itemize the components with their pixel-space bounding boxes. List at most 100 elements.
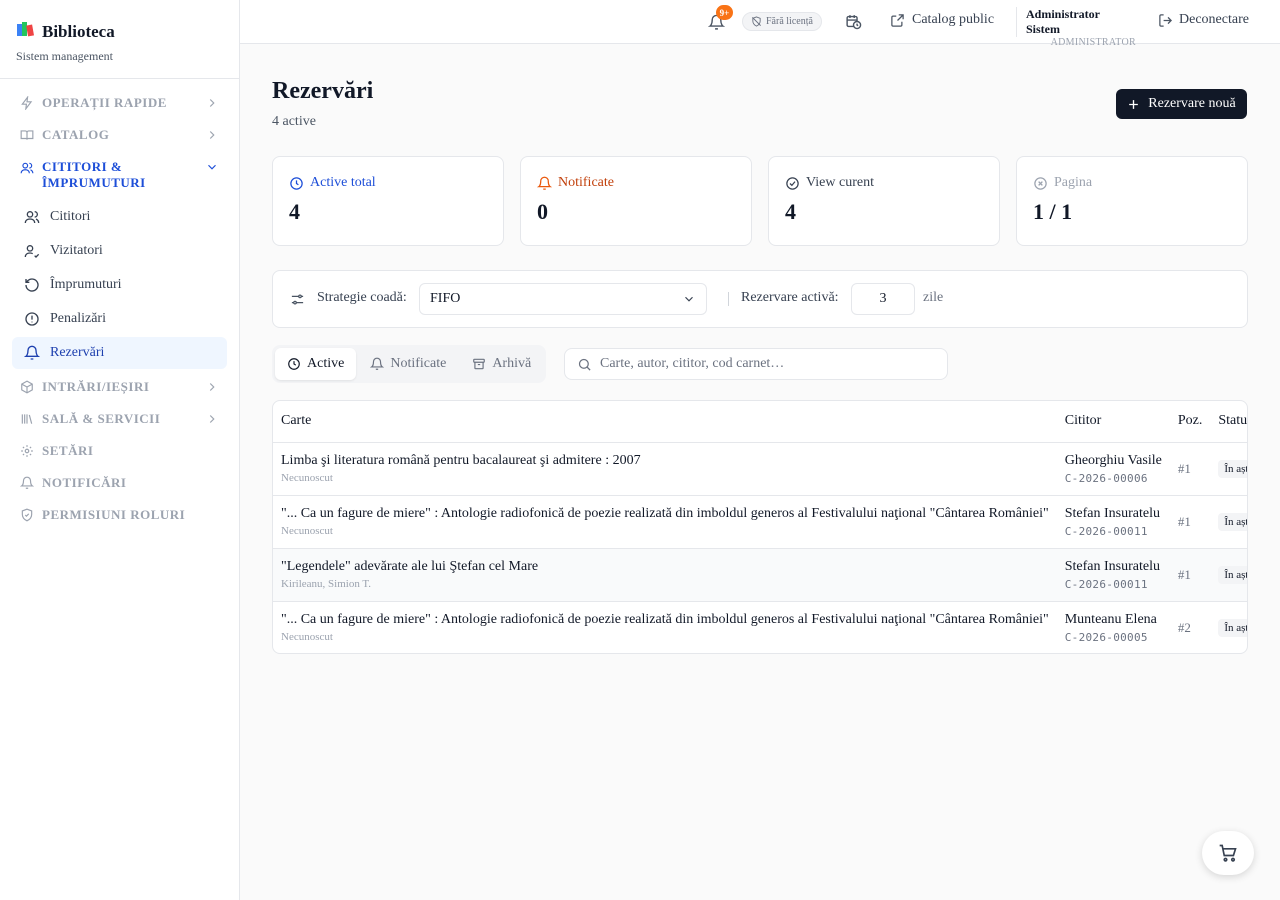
nav-group-label: NOTIFICĂRI xyxy=(42,475,127,490)
package-icon xyxy=(20,380,34,394)
nav-group-cititori-imprumuturi[interactable]: CITITORI & ÎMPRUMUTURI xyxy=(12,151,227,199)
column-header-status[interactable]: Status xyxy=(1210,401,1247,443)
chevron-right-icon xyxy=(205,96,219,110)
nav-group-sala-servicii[interactable]: SALĂ & SERVICII xyxy=(12,403,227,435)
queue-position: #2 xyxy=(1177,619,1191,635)
catalog-public-link[interactable]: Catalog public xyxy=(890,12,994,28)
table-row[interactable]: "... Ca un fagure de miere" : Antologie … xyxy=(273,601,1247,653)
plus-icon xyxy=(1129,99,1139,109)
sidebar-item-label: Penalizări xyxy=(50,311,106,326)
nav-group-catalog[interactable]: CATALOG xyxy=(12,119,227,151)
sidebar: Biblioteca Sistem management OPERAȚII RA… xyxy=(0,0,240,900)
bell-icon xyxy=(20,476,34,490)
stat-label: Pagina xyxy=(1054,175,1093,190)
page-subtitle: 4 active xyxy=(272,114,316,129)
nav-group-operatii-rapide[interactable]: OPERAȚII RAPIDE xyxy=(12,87,227,119)
column-header-carte[interactable]: Carte xyxy=(273,401,1057,443)
table-row[interactable]: "Legendele" adevărate ale lui Ştefan cel… xyxy=(273,548,1247,602)
user-info[interactable]: Administrator Sistem ADMINISTRATOR xyxy=(1026,7,1136,48)
sidebar-item-penalizari[interactable]: Penalizări xyxy=(12,303,227,335)
reader-card-code: C-2026-00011 xyxy=(1064,577,1148,591)
nav-group-notificari[interactable]: NOTIFICĂRI xyxy=(12,467,227,499)
logout-button[interactable]: Deconectare xyxy=(1158,12,1249,28)
sidebar-item-vizitatori[interactable]: Vizitatori xyxy=(12,235,227,267)
tab-notificate[interactable]: Notificate xyxy=(358,348,458,380)
search-icon xyxy=(578,358,591,371)
new-reservation-label: Rezervare nouă xyxy=(1148,96,1236,111)
active-reservation-days-input[interactable] xyxy=(851,283,915,315)
license-label: Fără licență xyxy=(766,16,813,27)
book-open-icon xyxy=(20,128,34,142)
bell-icon xyxy=(537,176,552,190)
tab-label: Notificate xyxy=(390,356,447,371)
queue-position: #1 xyxy=(1169,548,1211,602)
topbar-divider xyxy=(1016,7,1017,37)
book-title: "... Ca un fagure de miere" : Antologie … xyxy=(281,506,1049,521)
sidebar-item-cititori[interactable]: Cititori xyxy=(12,201,227,233)
nav-group-label: OPERAȚII RAPIDE xyxy=(42,95,167,110)
column-header-pozitie[interactable]: Poz. xyxy=(1169,401,1211,443)
chevron-down-icon xyxy=(682,292,696,306)
nav-group-setari[interactable]: SETĂRI xyxy=(12,435,227,467)
column-header-cititor[interactable]: Cititor xyxy=(1056,401,1170,443)
divider xyxy=(728,292,729,306)
days-unit-label: zile xyxy=(923,290,944,305)
reader-card-code: C-2026-00011 xyxy=(1064,524,1148,538)
stat-card-active-total: Active total 4 xyxy=(272,156,504,246)
stat-label: Active total xyxy=(310,175,376,190)
book-author: Necunoscut xyxy=(281,525,333,537)
status-badge: În așteptare xyxy=(1218,618,1247,637)
users-icon xyxy=(20,161,34,175)
book-title: "... Ca un fagure de miere" : Antologie … xyxy=(281,612,1049,628)
reader-card-code: C-2026-00006 xyxy=(1064,471,1148,485)
library-icon xyxy=(20,412,34,426)
sidebar-item-imprumuturi[interactable]: Împrumuturi xyxy=(12,269,227,301)
chevron-right-icon xyxy=(205,380,219,394)
shopping-cart-icon xyxy=(1219,844,1237,862)
queue-strategy-select[interactable]: FIFO xyxy=(419,283,707,315)
users-icon xyxy=(24,209,40,225)
stat-value: 0 xyxy=(537,199,548,224)
book-author: Necunoscut xyxy=(281,472,333,484)
reader-name: Stefan Insuratelu xyxy=(1064,505,1160,521)
sidebar-item-label: Împrumuturi xyxy=(50,277,122,292)
table-row[interactable]: Limba şi literatura română pentru bacala… xyxy=(273,442,1247,496)
brand-subtitle: Sistem management xyxy=(16,49,113,63)
reservations-table: Carte Cititor Poz. Status Limba şi liter… xyxy=(272,400,1248,654)
chevron-right-icon xyxy=(205,412,219,426)
stat-card-notificate: Notificate 0 xyxy=(520,156,752,246)
table-row[interactable]: "... Ca un fagure de miere" : Antologie … xyxy=(273,495,1247,549)
nav-group-label: PERMISIUNI ROLURI xyxy=(42,507,186,522)
external-link-icon xyxy=(891,13,904,27)
search-box xyxy=(564,348,948,380)
stat-value: 4 xyxy=(785,199,796,224)
rotate-ccw-icon xyxy=(24,277,40,293)
archive-icon xyxy=(473,358,486,370)
active-reservation-label: Rezervare activă: xyxy=(741,290,839,305)
log-out-icon xyxy=(1159,13,1173,27)
status-badge: În așteptare xyxy=(1218,512,1247,531)
cart-button[interactable] xyxy=(1202,831,1254,875)
tab-label: Active xyxy=(307,356,345,371)
stat-label: Notificate xyxy=(558,175,614,190)
nav-group-intrari-iesiri[interactable]: INTRĂRI/IEȘIRI xyxy=(12,371,227,403)
nav-group-permisiuni-roluri[interactable]: PERMISIUNI ROLURI xyxy=(12,499,227,531)
books-logo-icon xyxy=(16,20,36,43)
calendar-clock-icon[interactable] xyxy=(845,13,862,30)
search-input[interactable] xyxy=(600,356,930,372)
reservation-tabs: Active Notificate Arhivă xyxy=(272,345,547,383)
reader-name: Gheorghiu Vasile xyxy=(1064,452,1162,468)
gear-icon xyxy=(20,444,34,458)
main-content: Rezervări 4 active Rezervare nouă Active… xyxy=(240,44,1280,900)
nav-group-label: CITITORI & ÎMPRUMUTURI xyxy=(42,159,146,190)
bell-icon xyxy=(370,357,385,370)
chevron-right-icon xyxy=(205,128,219,142)
logout-label: Deconectare xyxy=(1179,12,1249,27)
tab-label: Arhivă xyxy=(492,356,532,371)
tab-active[interactable]: Active xyxy=(275,348,357,380)
book-title: Limba şi literatura română pentru bacala… xyxy=(281,453,641,468)
new-reservation-button[interactable]: Rezervare nouă xyxy=(1116,89,1247,119)
tab-arhiva[interactable]: Arhivă xyxy=(460,348,543,380)
table-header-row: Carte Cititor Poz. Status xyxy=(273,401,1247,443)
sidebar-item-rezervari[interactable]: Rezervări xyxy=(12,337,227,369)
